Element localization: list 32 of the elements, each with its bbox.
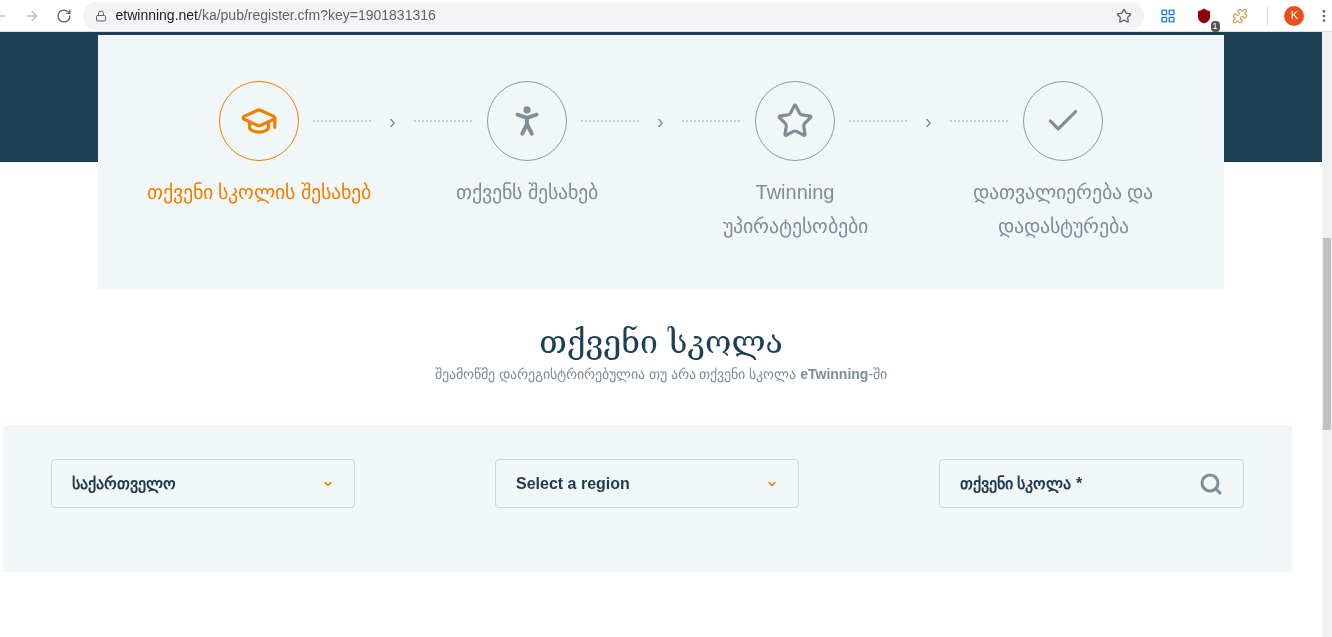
lock-icon (95, 9, 108, 22)
dotted-line (849, 120, 907, 122)
step-label[interactable]: Twinning უპირატესობები (685, 175, 905, 243)
bookmark-star-icon[interactable] (1115, 7, 1132, 24)
dotted-line (413, 120, 472, 122)
school-search-input[interactable]: თქვენი სკოლა * (960, 471, 1199, 496)
scrollbar[interactable] (1322, 32, 1332, 637)
dotted-line (313, 120, 371, 122)
star-icon (776, 102, 814, 140)
extension-icon[interactable] (1159, 7, 1176, 24)
select-field[interactable]: Select a region (495, 459, 799, 508)
shield-extension-icon[interactable] (1195, 7, 1212, 24)
chevron-separator: › (657, 111, 664, 131)
reload-icon[interactable] (55, 7, 72, 24)
dotted-line (681, 120, 740, 122)
chevron-separator: › (389, 111, 396, 131)
step-label[interactable]: თქვენი სკოლის შესახებ (129, 175, 389, 209)
chevron-separator: › (925, 111, 932, 131)
search-icon[interactable] (1199, 471, 1223, 496)
profile-avatar[interactable]: K (1284, 5, 1305, 26)
section-title: თქვენი სკოლა (539, 322, 783, 362)
url-text: etwinning.net/ka/pub/register.cfm?key=1901831316 (115, 6, 436, 25)
school-search-field[interactable]: თქვენი სკოლა * (939, 459, 1244, 508)
address-bar[interactable]: etwinning.net/ka/pub/register.cfm?key=1901831316 (83, 1, 1144, 30)
dotted-line (581, 120, 639, 122)
extension-badge: 1 (1210, 20, 1220, 32)
select-field[interactable]: საქართველო (51, 459, 355, 508)
step-label[interactable]: თქვენს შესახებ (417, 175, 637, 209)
section-description: შეამოწმე დარეგისტრირებულია თუ არა თქვენი სკოლა eTwinning-ში (434, 365, 888, 385)
dotted-line (949, 120, 1008, 122)
extension-icon[interactable] (1231, 7, 1248, 24)
step-label[interactable]: დათვალიერება და დადასტურება (953, 175, 1173, 243)
